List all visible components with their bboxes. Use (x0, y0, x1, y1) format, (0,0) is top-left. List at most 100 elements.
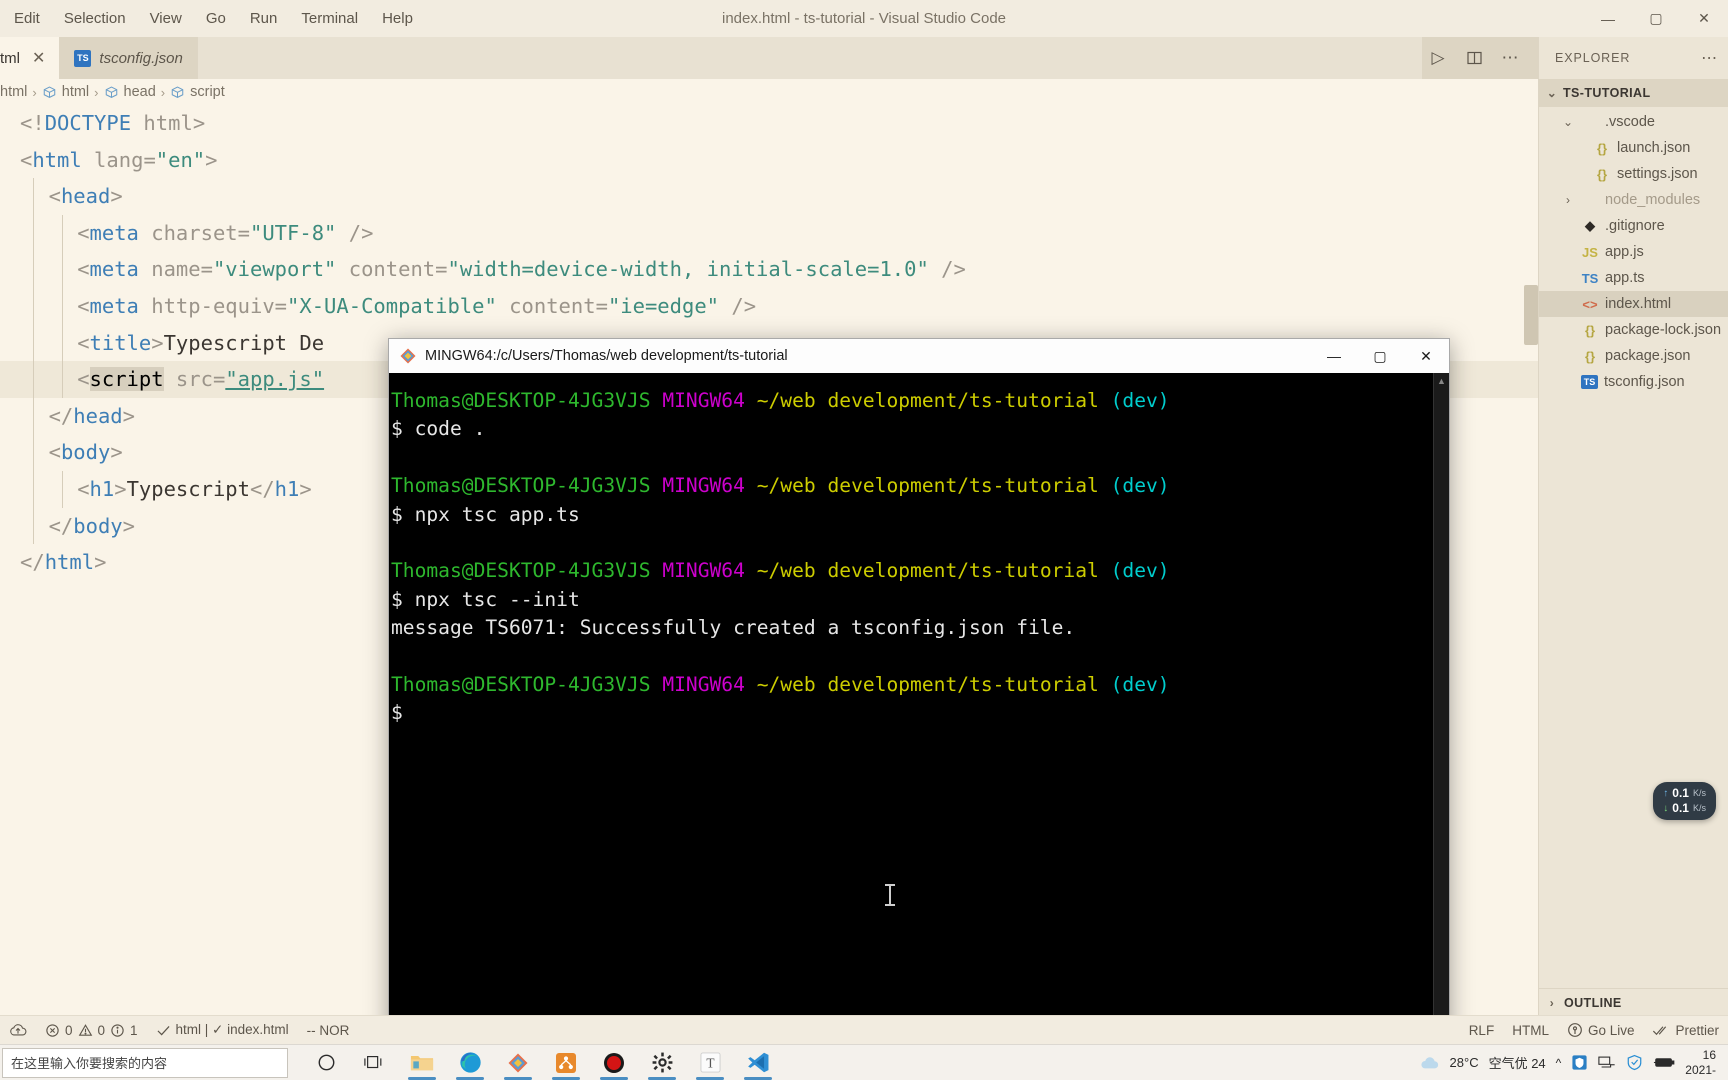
breadcrumb-item-script[interactable]: script (170, 84, 225, 100)
close-button[interactable]: ✕ (1680, 0, 1728, 37)
tree-item-tsconfig-json[interactable]: TS tsconfig.json (1539, 369, 1728, 395)
terminal-minimize-button[interactable]: — (1311, 339, 1357, 373)
cortana-icon[interactable] (302, 1045, 350, 1080)
network-icon[interactable] (1598, 1055, 1616, 1070)
more-actions-icon[interactable]: ⋯ (1494, 37, 1526, 79)
menu-item-go[interactable]: Go (194, 6, 238, 31)
code-line[interactable]: <html lang="en"> (0, 142, 1538, 179)
section-outline[interactable]: › OUTLINE (1539, 988, 1728, 1016)
code-token: Typescript (126, 476, 250, 501)
xmind-icon[interactable] (542, 1045, 590, 1080)
tree-item-package-json[interactable]: {} package.json (1539, 343, 1728, 369)
menu-item-terminal[interactable]: Terminal (289, 6, 370, 31)
maximize-button[interactable]: ▢ (1632, 0, 1680, 37)
status-eol[interactable]: RLF (1460, 1023, 1504, 1038)
file-explorer-icon[interactable] (398, 1045, 446, 1080)
tab-label-index-html: tml (0, 49, 20, 67)
editor-scrollbar-thumb[interactable] (1524, 285, 1538, 345)
breadcrumb-item-head[interactable]: head (104, 84, 156, 100)
typora-icon[interactable]: T (686, 1045, 734, 1080)
code-line[interactable]: <head> (0, 178, 1538, 215)
status-problems[interactable]: 0 0 1 (36, 1016, 147, 1044)
code-line[interactable]: <meta http-equiv="X-UA-Compatible" conte… (0, 287, 1538, 325)
terminal-scrollbar[interactable]: ▲ ▼ (1433, 373, 1449, 1042)
weather-temp[interactable]: 28°C (1450, 1055, 1479, 1070)
code-token: content (336, 257, 436, 282)
edge-icon[interactable] (446, 1045, 494, 1080)
code-line[interactable]: <meta charset="UTF-8" /> (0, 214, 1538, 252)
network-speed-widget[interactable]: ↑ 0.1 K/s ↓ 0.1 K/s (1653, 782, 1716, 820)
indent-guide (33, 361, 34, 398)
code-token: script (89, 367, 164, 392)
split-editor-icon[interactable] (1458, 37, 1490, 79)
git-bash-icon (399, 347, 417, 365)
terminal-title-text: MINGW64:/c/Users/Thomas/web development/… (425, 348, 788, 364)
tree-item-label: .vscode (1605, 114, 1655, 130)
menu-item-run[interactable]: Run (238, 6, 290, 31)
menu-item-edit[interactable]: Edit (2, 6, 52, 31)
terminal-host: MINGW64 (662, 673, 745, 697)
breadcrumb-item-file[interactable]: html (0, 84, 27, 100)
tree-item-gitignore[interactable]: ◆ .gitignore (1539, 213, 1728, 239)
window-controls: — ▢ ✕ (1584, 0, 1728, 37)
vscode-icon[interactable] (734, 1045, 782, 1080)
tree-item-label: settings.json (1617, 166, 1698, 182)
status-language-mode[interactable]: HTML (1503, 1023, 1558, 1038)
terminal-title-bar[interactable]: MINGW64:/c/Users/Thomas/web development/… (389, 339, 1449, 373)
file-tree[interactable]: ⌄ .vscode {} launch.json {} settings.json › nod… (1539, 107, 1728, 395)
taskbar-clock[interactable]: 16 2021- (1685, 1048, 1720, 1078)
air-quality[interactable]: 空气优 24 (1489, 1053, 1546, 1072)
tray-expand-icon[interactable]: ^ (1556, 1056, 1562, 1070)
security-app-icon[interactable] (1571, 1054, 1588, 1071)
settings-gear-icon[interactable] (638, 1045, 686, 1080)
git-bash-terminal-window[interactable]: MINGW64:/c/Users/Thomas/web development/… (388, 338, 1450, 1043)
project-root-row[interactable]: ⌄ TS-TUTORIAL (1539, 79, 1728, 107)
clock-date: 2021- (1685, 1062, 1716, 1077)
minimize-button[interactable]: — (1584, 0, 1632, 37)
code-token: </ (48, 403, 74, 428)
network-upload-row: ↑ 0.1 K/s (1663, 786, 1706, 801)
status-prettier[interactable]: Prettier (1643, 1023, 1728, 1038)
app-colorful-icon[interactable] (494, 1045, 542, 1080)
tree-item-vscode[interactable]: ⌄ .vscode (1539, 109, 1728, 135)
explorer-more-icon[interactable]: ⋯ (1701, 48, 1718, 68)
terminal-close-button[interactable]: ✕ (1403, 339, 1449, 373)
menu-item-view[interactable]: View (138, 6, 194, 31)
taskbar-search-input[interactable]: 在这里输入你要搜索的内容 (2, 1047, 288, 1078)
recorder-icon[interactable] (590, 1045, 638, 1080)
check-icon (157, 1025, 170, 1035)
error-icon (46, 1023, 59, 1037)
status-lang-file[interactable]: html | ✓ index.html (147, 1016, 298, 1044)
tab-tsconfig-json[interactable]: TS tsconfig.json (60, 37, 198, 79)
code-line[interactable]: <meta name="viewport" content="width=dev… (0, 251, 1538, 288)
code-token: http-equiv (138, 293, 275, 318)
tree-item-launch-json[interactable]: {} launch.json (1539, 135, 1728, 161)
terminal-maximize-button[interactable]: ▢ (1357, 339, 1403, 373)
code-token: = (143, 147, 156, 172)
tree-item-label: .gitignore (1605, 218, 1665, 234)
tree-item-label: package-lock.json (1605, 322, 1722, 338)
run-icon[interactable]: ▷ (1422, 37, 1454, 79)
shield-icon[interactable] (1626, 1054, 1643, 1071)
scroll-up-icon[interactable]: ▲ (1434, 373, 1449, 389)
breadcrumb-item-html[interactable]: html (42, 84, 89, 100)
battery-icon[interactable] (1653, 1056, 1675, 1069)
status-go-live[interactable]: Go Live (1558, 1022, 1644, 1038)
close-icon[interactable]: ✕ (32, 48, 45, 68)
tree-item-package-lock-json[interactable]: {} package-lock.json (1539, 317, 1728, 343)
download-unit: K/s (1692, 803, 1706, 813)
task-view-icon[interactable] (350, 1045, 398, 1080)
tree-item-node-modules[interactable]: › node_modules (1539, 187, 1728, 213)
tree-item-app-js[interactable]: JS app.js (1539, 239, 1728, 265)
tree-item-app-ts[interactable]: TS app.ts (1539, 265, 1728, 291)
code-line[interactable]: <!DOCTYPE html> (0, 105, 1538, 142)
js-icon: JS (1582, 244, 1598, 260)
status-vim-mode[interactable]: -- NOR (298, 1016, 359, 1044)
terminal-output[interactable]: Thomas@DESKTOP-4JG3VJS MINGW64 ~/web dev… (389, 373, 1449, 1042)
tree-item-index-html[interactable]: <> index.html (1539, 291, 1728, 317)
tree-item-settings-json[interactable]: {} settings.json (1539, 161, 1728, 187)
menu-item-selection[interactable]: Selection (52, 6, 138, 31)
menu-item-help[interactable]: Help (370, 6, 425, 31)
status-remote-indicator[interactable] (0, 1016, 36, 1044)
tab-index-html[interactable]: tml ✕ (0, 37, 61, 79)
